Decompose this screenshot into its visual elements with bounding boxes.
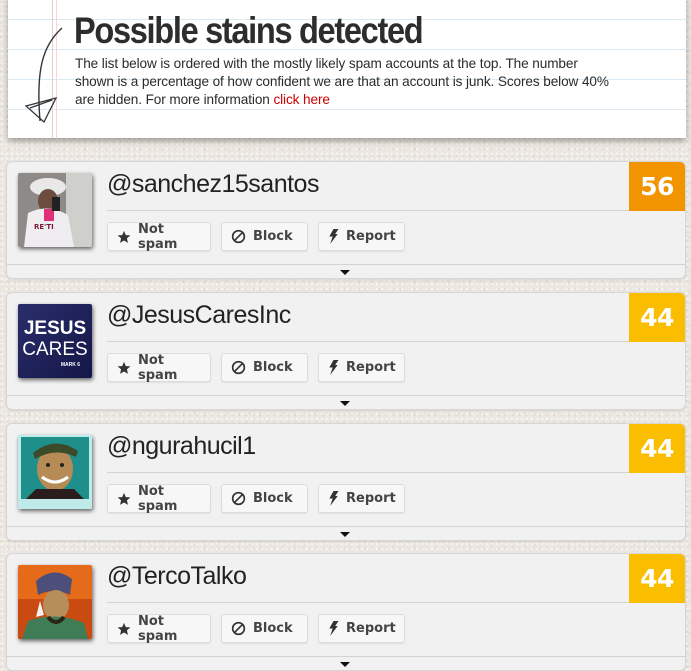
block-icon [231,360,246,375]
expand-arrow-icon[interactable] [340,662,350,667]
svg-text:RE'TI: RE'TI [34,223,54,231]
account-card: JESUS CARES MARK 6 @JesusCaresInc 44 Not… [6,292,686,410]
avatar[interactable]: RE'TI [18,173,92,247]
star-icon [117,230,131,244]
lightning-icon [328,229,339,244]
avatar-text-line3: MARK 6 [61,362,80,368]
divider [107,210,629,211]
report-label: Report [346,360,396,375]
block-label: Block [253,621,293,636]
more-info-link[interactable]: click here [273,92,330,107]
not-spam-button[interactable]: Not spam [107,483,211,514]
spam-score-badge: 56 [629,162,685,211]
star-icon [117,361,131,375]
account-card: @TercoTalko 44 Not spam Block Report [6,553,686,671]
avatar-text-line2: CARES [22,339,87,360]
star-icon [117,622,131,636]
block-icon [231,491,246,506]
action-buttons: Not spam Block Report [107,613,405,644]
report-label: Report [346,491,396,506]
not-spam-button[interactable]: Not spam [107,221,211,252]
divider [107,341,629,342]
block-label: Block [253,360,293,375]
lightning-icon [328,621,339,636]
report-button[interactable]: Report [318,484,405,513]
avatar[interactable] [18,435,92,509]
not-spam-label: Not spam [138,352,178,383]
block-label: Block [253,229,293,244]
not-spam-label: Not spam [138,483,178,514]
avatar-painting-icon [18,565,92,639]
spam-score-badge: 44 [629,424,685,473]
action-buttons: Not spam Block Report [107,352,405,383]
report-button[interactable]: Report [318,222,405,251]
report-label: Report [346,621,396,636]
avatar-text-line1: JESUS [24,318,86,339]
action-buttons: Not spam Block Report [107,483,405,514]
star-icon [117,492,131,506]
expand-arrow-icon[interactable] [340,532,350,537]
description-text: The list below is ordered with the mostl… [75,56,609,107]
expand-arrow-icon[interactable] [340,401,350,406]
not-spam-button[interactable]: Not spam [107,613,211,644]
block-icon [231,621,246,636]
not-spam-label: Not spam [138,221,178,252]
hand-drawn-arrow-icon [24,27,63,124]
expand-arrow-icon[interactable] [340,270,350,275]
account-card: RE'TI @sanchez15santos 56 Not spam Block… [6,161,686,279]
lightning-icon [328,491,339,506]
block-button[interactable]: Block [221,484,308,513]
avatar-logo-icon: JESUS CARES MARK 6 [18,304,92,378]
divider [107,602,629,603]
account-card: @ngurahucil1 44 Not spam Block Report [6,423,686,541]
report-label: Report [346,229,396,244]
page-title: Possible stains detected [74,10,424,51]
report-button[interactable]: Report [318,614,405,643]
page-description: The list below is ordered with the mostl… [75,55,615,109]
avatar[interactable]: JESUS CARES MARK 6 [18,304,92,378]
action-buttons: Not spam Block Report [107,221,405,252]
spam-score-badge: 44 [629,293,685,342]
not-spam-button[interactable]: Not spam [107,352,211,383]
username[interactable]: @sanchez15santos [107,170,319,199]
info-note: Possible stains detected The list below … [8,0,686,138]
report-button[interactable]: Report [318,353,405,382]
avatar-photo-icon: RE'TI [18,173,92,247]
not-spam-label: Not spam [138,613,178,644]
username[interactable]: @JesusCaresInc [107,301,291,330]
divider [107,472,629,473]
lightning-icon [328,360,339,375]
block-button[interactable]: Block [221,353,308,382]
spam-score-badge: 44 [629,554,685,603]
block-button[interactable]: Block [221,614,308,643]
avatar[interactable] [18,565,92,639]
block-label: Block [253,491,293,506]
username[interactable]: @TercoTalko [107,562,247,591]
username[interactable]: @ngurahucil1 [107,432,256,461]
block-icon [231,229,246,244]
block-button[interactable]: Block [221,222,308,251]
avatar-photo-icon [18,435,92,509]
